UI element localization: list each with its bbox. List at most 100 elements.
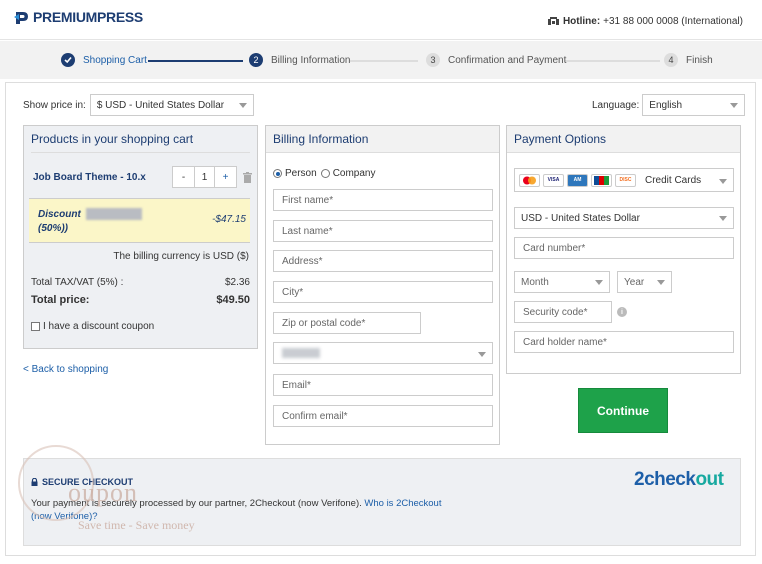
step-shopping-cart[interactable]: Shopping Cart (61, 53, 147, 67)
2checkout-logo: 2checkout (634, 469, 724, 491)
logo-text: PREMIUMPRESS (33, 9, 143, 25)
country-redacted (282, 348, 320, 358)
language-label: Language: (592, 99, 640, 111)
person-radio[interactable] (273, 169, 282, 178)
quantity-stepper: - 1 + (172, 166, 237, 188)
company-label: Company (332, 168, 376, 179)
year-select[interactable]: Year (617, 271, 672, 293)
tax-label: Total TAX/VAT (5%) : (31, 277, 124, 288)
chevron-down-icon (478, 352, 486, 357)
language-select[interactable]: English (642, 94, 746, 116)
year-value: Year (624, 276, 645, 288)
chevron-down-icon (657, 280, 665, 285)
secure-description: Your payment is securely processed by ou… (31, 497, 461, 523)
discover-icon: DISC (615, 173, 636, 187)
qty-plus-button[interactable]: + (215, 167, 236, 187)
discount-text: Discount (38, 209, 81, 220)
visa-icon: VISA (543, 173, 564, 187)
tax-row: Total TAX/VAT (5%) : $2.36 (31, 277, 250, 288)
lock-icon (31, 478, 38, 486)
secure-checkout: SECURE CHECKOUT Your payment is securely… (23, 458, 741, 546)
address-field[interactable]: Address* (273, 250, 493, 272)
logo-part-a: 2check (634, 469, 696, 490)
step-connector (148, 60, 243, 62)
qty-input[interactable]: 1 (194, 167, 215, 187)
qty-minus-button[interactable]: - (173, 167, 194, 187)
step-number: 4 (664, 53, 678, 67)
payment-panel: Payment Options VISA AM DISC Credit Card… (506, 125, 741, 374)
discount-row: Discount (50%)) -$47.15 (29, 198, 250, 243)
payment-currency-value: USD - United States Dollar (521, 212, 640, 224)
city-field[interactable]: City* (273, 281, 493, 303)
billing-panel: Billing Information Person Company First… (265, 125, 500, 445)
step-confirmation[interactable]: 3 Confirmation and Payment (426, 53, 566, 67)
step-label: Shopping Cart (83, 54, 147, 66)
email-field[interactable]: Email* (273, 374, 493, 396)
coupon-checkbox[interactable] (31, 322, 40, 331)
show-price: Show price in: $ USD - United States Dol… (23, 94, 254, 116)
hotline-value: +31 88 000 0008 (International) (603, 16, 743, 27)
customer-type: Person Company (273, 168, 376, 179)
logo-icon (14, 12, 28, 24)
phone-icon (547, 17, 559, 25)
hotline-label: Hotline: (562, 16, 601, 27)
chevron-down-icon (595, 280, 603, 285)
step-label: Confirmation and Payment (448, 54, 567, 66)
billing-title: Billing Information (266, 126, 499, 153)
payment-method-value: Credit Cards (645, 174, 702, 186)
language-value: English (649, 99, 683, 111)
step-finish[interactable]: 4 Finish (664, 53, 713, 67)
total-label: Total price: (31, 294, 90, 306)
cart-item: Job Board Theme - 10.x - 1 + (33, 166, 253, 188)
step-billing[interactable]: 2 Billing Information (249, 53, 350, 67)
payment-title: Payment Options (507, 126, 740, 153)
currency-select[interactable]: $ USD - United States Dollar (89, 94, 254, 116)
continue-button[interactable]: Continue (578, 388, 668, 433)
month-value: Month (521, 276, 549, 288)
discount-value: -$47.15 (212, 214, 246, 225)
tax-value: $2.36 (224, 277, 250, 288)
month-select[interactable]: Month (514, 271, 610, 293)
company-radio[interactable] (320, 169, 330, 178)
logo[interactable]: PREMIUMPRESS (14, 9, 143, 25)
secure-title: SECURE CHECKOUT (31, 477, 133, 487)
secure-text: Your payment is securely processed by ou… (31, 498, 365, 509)
confirm-email-field[interactable]: Confirm email* (273, 405, 493, 427)
trash-icon[interactable] (243, 171, 252, 183)
cart-panel: Products in your shopping cart Job Board… (23, 125, 258, 349)
chevron-down-icon (238, 103, 247, 108)
product-name: Job Board Theme - 10.x (33, 171, 146, 183)
checkout-steps: Shopping Cart 2 Billing Information 3 Co… (0, 41, 762, 79)
discount-code-redacted (85, 208, 142, 221)
country-select[interactable] (273, 342, 493, 364)
logo-part-b: out (695, 469, 724, 490)
discount-label: Discount (50%)) (38, 208, 142, 236)
step-label: Finish (686, 54, 713, 66)
language: Language: English (592, 94, 746, 116)
person-label: Person (285, 168, 317, 179)
jcb-icon (591, 173, 612, 187)
back-to-shopping-link[interactable]: < Back to shopping (23, 364, 108, 375)
step-connector (565, 60, 660, 62)
total-row: Total price: $49.50 (31, 294, 250, 306)
payment-method-select[interactable]: VISA AM DISC Credit Cards (514, 168, 734, 192)
chevron-down-icon (730, 103, 739, 108)
last-name-field[interactable]: Last name* (273, 220, 493, 242)
card-holder-field[interactable]: Card holder name* (514, 331, 734, 353)
hotline: Hotline: +31 88 000 0008 (International) (547, 16, 743, 27)
billing-currency-note: The billing currency is USD ($) (113, 251, 249, 262)
chevron-down-icon (719, 216, 727, 221)
zip-field[interactable]: Zip or postal code* (273, 312, 421, 334)
info-icon[interactable]: i (617, 307, 627, 317)
coupon-toggle[interactable]: I have a discount coupon (31, 321, 154, 332)
step-label: Billing Information (271, 54, 351, 66)
first-name-field[interactable]: First name* (273, 189, 493, 211)
total-value: $49.50 (216, 294, 250, 306)
security-code-field[interactable]: Security code* (514, 301, 612, 323)
cart-title: Products in your shopping cart (31, 126, 250, 153)
payment-currency-select[interactable]: USD - United States Dollar (514, 207, 734, 229)
card-number-field[interactable]: Card number* (514, 237, 734, 259)
currency-value: $ USD - United States Dollar (96, 99, 225, 111)
check-icon (61, 53, 75, 67)
step-number: 3 (426, 53, 440, 67)
